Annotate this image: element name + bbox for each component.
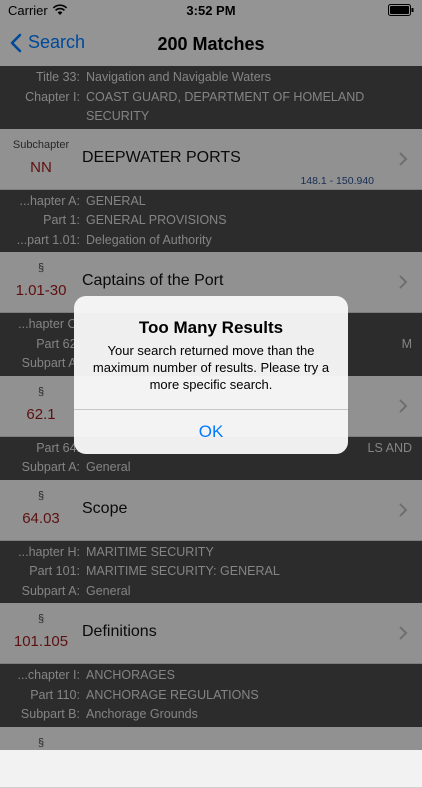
- alert-message: Your search returned move than the maxim…: [92, 343, 330, 392]
- ok-button[interactable]: OK: [74, 409, 348, 454]
- alert-dialog: Too Many Results Your search returned mo…: [74, 296, 348, 454]
- alert-title: Too Many Results: [138, 318, 284, 337]
